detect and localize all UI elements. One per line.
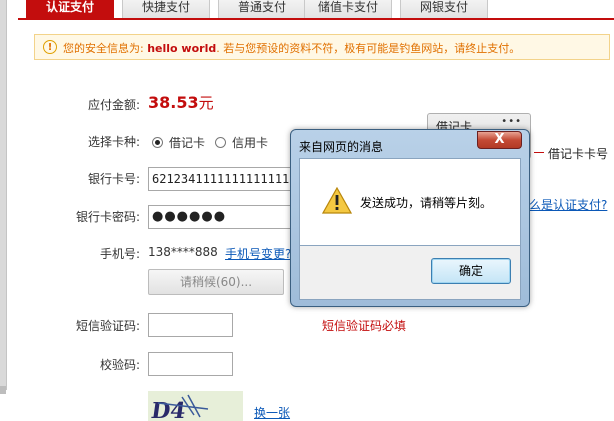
tab-netbank-pay[interactable]: 网银支付: [400, 0, 488, 18]
warning-circle-icon: !: [43, 40, 57, 54]
credit-card-radio[interactable]: [215, 137, 226, 148]
tab-auth-pay[interactable]: 认证支付: [26, 0, 114, 18]
verify-code-input[interactable]: [148, 352, 233, 376]
card-type-label: 选择卡种:: [87, 135, 140, 149]
credit-card-option-label: 信用卡: [232, 136, 269, 150]
phone-label: 手机号:: [99, 247, 140, 261]
sms-code-label: 短信验证码:: [75, 319, 140, 333]
debit-card-number-side-label: 借记卡卡号: [548, 147, 609, 161]
security-notice-text: 您的安全信息为: hello world. 若与您预设的资料不符，极有可能是钓鱼…: [63, 40, 520, 56]
dialog-ok-button[interactable]: 确定: [431, 258, 511, 284]
verify-code-label: 校验码:: [99, 358, 140, 372]
dialog-message: 发送成功，请稍等片刻。: [360, 196, 493, 210]
dialog-footer: 确定: [299, 246, 521, 300]
notice-prefix: 您的安全信息为:: [63, 42, 148, 55]
dialog-body: 发送成功，请稍等片刻。: [299, 158, 521, 246]
debit-card-radio[interactable]: [152, 137, 163, 148]
phone-value: 138****888: [148, 245, 218, 259]
amount-number: 38.53: [148, 93, 199, 112]
captcha-graphic: D4: [149, 394, 209, 421]
tab-quick-pay[interactable]: 快捷支付: [122, 0, 210, 18]
tab-normal-pay[interactable]: 普通支付: [218, 0, 306, 18]
sms-error-text: 短信验证码必填: [322, 319, 407, 333]
phone-change-link[interactable]: 手机号变更?: [225, 245, 291, 262]
captcha-image[interactable]: D4: [148, 391, 243, 421]
tab-stored-card-pay[interactable]: 储值卡支付: [304, 0, 392, 18]
security-phrase: hello world: [147, 42, 217, 55]
dialog-title: 来自网页的消息: [299, 140, 384, 154]
card-password-input[interactable]: ●●●●●●: [148, 205, 296, 229]
card-number-label: 银行卡号:: [87, 172, 140, 186]
notice-suffix: . 若与您预设的资料不符，极有可能是钓鱼网站，请终止支付。: [216, 42, 521, 55]
more-dots-icon: •••: [501, 116, 522, 127]
security-notice: ! 您的安全信息为: hello world. 若与您预设的资料不符，极有可能是…: [34, 34, 610, 60]
alert-dialog: 来自网页的消息 X 发送成功，请稍等片刻。 确定: [290, 129, 530, 307]
close-icon: X: [494, 132, 505, 147]
what-is-auth-pay-link[interactable]: 么是认证支付?: [529, 196, 607, 213]
card-password-label: 银行卡密码:: [75, 210, 140, 224]
connector-dash: [534, 152, 544, 153]
debit-card-option-label: 借记卡: [169, 136, 206, 150]
payment-tabbar: 认证支付 快捷支付 普通支付 储值卡支付 网银支付: [18, 0, 614, 20]
captcha-refresh-link[interactable]: 换一张: [254, 404, 290, 421]
amount-unit: 元: [198, 94, 214, 112]
amount-label: 应付金额:: [87, 98, 140, 112]
amount-value: 38.53元: [148, 92, 214, 113]
warning-triangle-icon: [322, 187, 352, 214]
dialog-close-button[interactable]: X: [477, 131, 522, 149]
send-sms-button[interactable]: 请稍候(60)...: [148, 269, 284, 295]
sms-code-input[interactable]: [148, 313, 233, 337]
card-number-input[interactable]: 6212341111111111111: [148, 167, 296, 191]
